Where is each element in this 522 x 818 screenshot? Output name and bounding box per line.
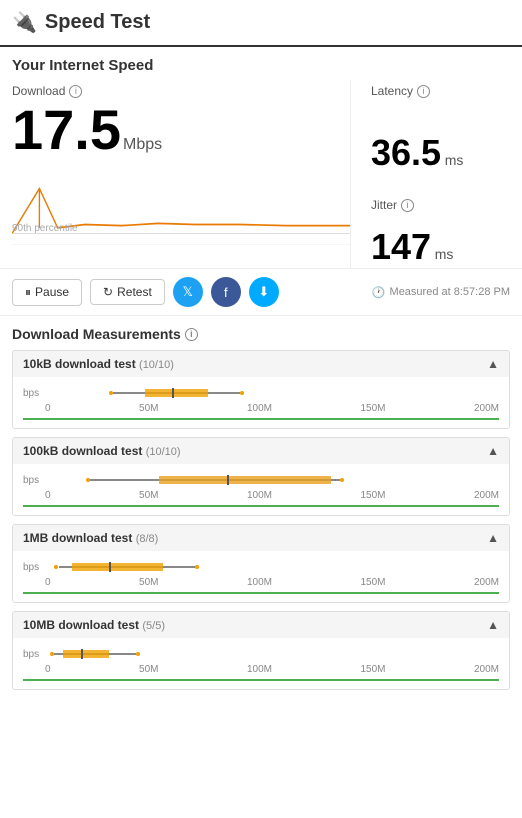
latency-value-group: 36.5 ms: [371, 132, 510, 174]
axis-labels-100kb: 0 50M 100M 150M 200M: [23, 490, 499, 501]
green-line-10kb: [23, 418, 499, 420]
twitter-icon: 𝕏: [183, 284, 193, 300]
chart-svg: [12, 166, 350, 256]
download-info-icon[interactable]: i: [69, 85, 82, 98]
card-1mb: 1MB download test (8/8) ▲ bps: [12, 524, 510, 603]
card-1mb-count: (8/8): [136, 533, 159, 545]
download-icon: ⬇: [258, 284, 269, 300]
green-line-100kb: [23, 505, 499, 507]
latency-label: Latency i: [371, 80, 510, 102]
jitter-unit: ms: [435, 246, 454, 262]
green-line-1mb: [23, 592, 499, 594]
card-10mb: 10MB download test (5/5) ▲ bps: [12, 611, 510, 690]
card-1mb-chart-row: bps: [23, 559, 499, 575]
card-100kb-toggle[interactable]: ▲: [487, 444, 499, 458]
card-10kb-chart-row: bps: [23, 385, 499, 401]
speed-test-icon: 🔌: [12, 10, 37, 35]
measured-time: 🕐 Measured at 8:57:28 PM: [372, 286, 510, 299]
pause-button[interactable]: ⏸ Pause: [12, 279, 82, 306]
latency-info-icon[interactable]: i: [417, 85, 430, 98]
box-chart-10mb: [45, 646, 499, 662]
chart-bps-label: bps: [23, 388, 45, 399]
axis-labels-10kb: 0 50M 100M 150M 200M: [23, 403, 499, 414]
chart-bps-label-2: bps: [23, 475, 45, 486]
card-10mb-header: 10MB download test (5/5) ▲: [13, 612, 509, 638]
download-column: Download i 17.5Mbps 90th percentile: [12, 80, 350, 268]
latency-value: 36.5: [371, 132, 441, 173]
card-100kb-count: (10/10): [146, 446, 181, 458]
card-10kb-body: bps 0 50M: [13, 377, 509, 428]
card-10kb: 10kB download test (10/10) ▲ bps: [12, 350, 510, 429]
card-10mb-body: bps 0 50M 100M 150M 200M: [13, 638, 509, 689]
jitter-value: 147: [371, 226, 431, 267]
facebook-share-button[interactable]: f: [211, 277, 241, 307]
download-share-button[interactable]: ⬇: [249, 277, 279, 307]
download-unit: Mbps: [123, 136, 162, 153]
controls-bar: ⏸ Pause ↻ Retest 𝕏 f ⬇ 🕐 Measured at 8:5…: [0, 268, 522, 316]
jitter-info-icon[interactable]: i: [401, 199, 414, 212]
latency-unit: ms: [445, 152, 464, 168]
card-10mb-chart-row: bps: [23, 646, 499, 662]
axis-labels-1mb: 0 50M 100M 150M 200M: [23, 577, 499, 588]
page-header: 🔌 Speed Test: [0, 0, 522, 47]
page-title: Speed Test: [45, 11, 150, 34]
facebook-icon: f: [224, 285, 228, 300]
card-100kb-title: 100kB download test: [23, 444, 142, 458]
speed-section: Download i 17.5Mbps 90th percentile La: [0, 80, 522, 268]
card-10mb-title: 10MB download test: [23, 618, 139, 632]
latency-column: Latency i 36.5 ms Jitter i 147 ms: [350, 80, 510, 268]
clock-icon: 🕐: [372, 286, 386, 299]
card-100kb-body: bps 0 50M 100M 150M 200M: [13, 464, 509, 515]
axis-labels-10mb: 0 50M 100M 150M 200M: [23, 664, 499, 675]
green-line-10mb: [23, 679, 499, 681]
card-1mb-body: bps 0 50M 100M 150M 200M: [13, 551, 509, 602]
jitter-label: Jitter i: [371, 194, 510, 216]
chart-bps-label-4: bps: [23, 649, 45, 660]
measurements-section: Download Measurements i 10kB download te…: [0, 316, 522, 690]
measurements-title: Download Measurements i: [12, 326, 510, 342]
box-chart-10kb: [45, 385, 499, 401]
jitter-value-group: 147 ms: [371, 226, 510, 268]
download-value: 17.5: [12, 98, 121, 161]
percentile-label: 90th percentile: [12, 223, 78, 234]
section-title: Your Internet Speed: [0, 47, 522, 80]
card-1mb-toggle[interactable]: ▲: [487, 531, 499, 545]
box-chart-1mb: [45, 559, 499, 575]
download-value-group: 17.5Mbps: [12, 102, 350, 158]
chart-bps-label-3: bps: [23, 562, 45, 573]
card-100kb-header: 100kB download test (10/10) ▲: [13, 438, 509, 464]
card-100kb: 100kB download test (10/10) ▲ bps: [12, 437, 510, 516]
card-10kb-toggle[interactable]: ▲: [487, 357, 499, 371]
twitter-share-button[interactable]: 𝕏: [173, 277, 203, 307]
card-1mb-header: 1MB download test (8/8) ▲: [13, 525, 509, 551]
card-100kb-chart-row: bps: [23, 472, 499, 488]
card-10mb-toggle[interactable]: ▲: [487, 618, 499, 632]
retest-icon: ↻: [103, 285, 113, 299]
retest-button[interactable]: ↻ Retest: [90, 279, 165, 305]
card-10kb-title: 10kB download test: [23, 357, 136, 371]
card-10kb-count: (10/10): [139, 359, 174, 371]
pause-icon: ⏸: [25, 285, 31, 300]
card-1mb-title: 1MB download test: [23, 531, 132, 545]
measurements-info-icon[interactable]: i: [185, 328, 198, 341]
card-10kb-header: 10kB download test (10/10) ▲: [13, 351, 509, 377]
download-chart: 90th percentile: [12, 166, 350, 256]
card-10mb-count: (5/5): [142, 620, 165, 632]
box-chart-100kb: [45, 472, 499, 488]
